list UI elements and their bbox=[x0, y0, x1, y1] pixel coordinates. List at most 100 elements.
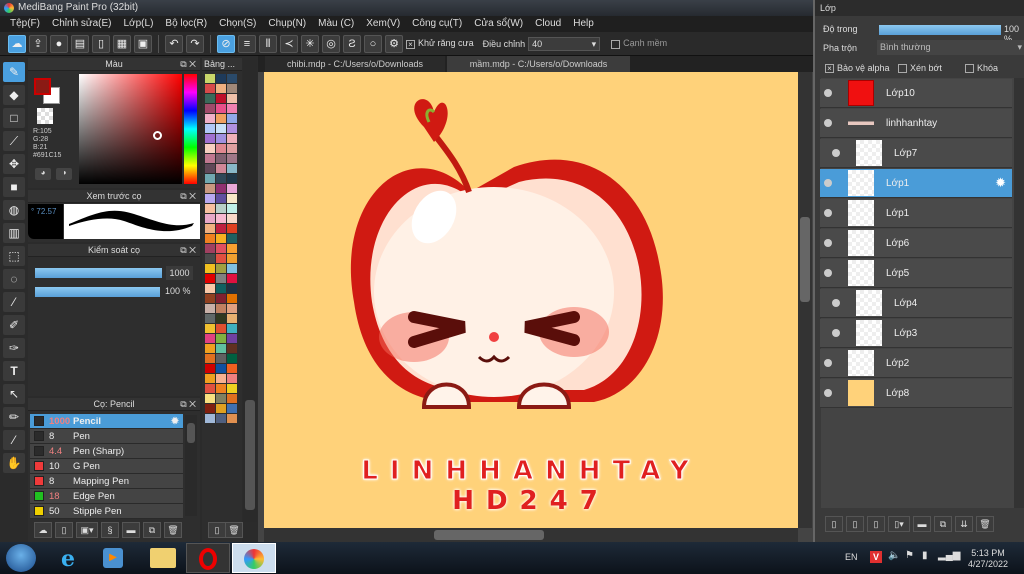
concentric-snap-icon[interactable]: ◎ bbox=[322, 34, 340, 53]
text-tool-icon[interactable]: T bbox=[3, 361, 25, 381]
color-swap-icon[interactable]: ◑ bbox=[56, 168, 72, 180]
brush-item[interactable]: 8 Mapping Pen bbox=[30, 474, 183, 489]
brush-add-dropdown-icon[interactable]: ▣▾ bbox=[76, 522, 98, 538]
duplicate-icon[interactable]: ⧉ bbox=[143, 522, 161, 538]
palette-swatch[interactable] bbox=[216, 204, 226, 213]
perspective-snap-icon[interactable]: ≺ bbox=[280, 34, 298, 53]
select-pen-tool-icon[interactable]: ✐ bbox=[3, 315, 25, 335]
layer-row[interactable]: Lớp5 bbox=[820, 259, 1012, 288]
palette-swatch[interactable] bbox=[227, 264, 237, 273]
palette-swatch[interactable] bbox=[205, 244, 215, 253]
palette-swatch[interactable] bbox=[227, 84, 237, 93]
palette-swatch[interactable] bbox=[227, 294, 237, 303]
saturation-value-picker[interactable] bbox=[79, 74, 182, 184]
palette-swatch[interactable] bbox=[216, 344, 226, 353]
palette-swatch[interactable] bbox=[227, 254, 237, 263]
visibility-eye-icon[interactable] bbox=[824, 119, 832, 127]
hue-slider[interactable] bbox=[184, 74, 197, 184]
menu-item[interactable]: Cloud bbox=[529, 16, 567, 32]
palette-swatch[interactable] bbox=[227, 244, 237, 253]
ie-icon[interactable]: e bbox=[55, 546, 81, 572]
primary-color-swatch[interactable] bbox=[34, 78, 51, 95]
curve-snap-icon[interactable]: Ƨ bbox=[343, 34, 361, 53]
palette-swatch[interactable] bbox=[227, 134, 237, 143]
palette-swatch[interactable] bbox=[216, 274, 226, 283]
dot-tool-icon[interactable]: ⟋ bbox=[3, 131, 25, 151]
layer-row[interactable]: Lớp10 bbox=[820, 79, 1012, 108]
palette-swatch[interactable] bbox=[216, 184, 226, 193]
menu-item[interactable]: Tệp(F) bbox=[4, 16, 46, 32]
panel-icon[interactable]: ▤ bbox=[71, 34, 89, 53]
palette-swatch[interactable] bbox=[216, 264, 226, 273]
palette-swatch[interactable] bbox=[227, 204, 237, 213]
palette-swatch[interactable] bbox=[205, 264, 215, 273]
layer-row[interactable]: Lớp1 bbox=[820, 199, 1012, 228]
grid-icon[interactable]: ▦ bbox=[113, 34, 131, 53]
palette-swatch[interactable] bbox=[205, 274, 215, 283]
palette-swatch[interactable] bbox=[205, 314, 215, 323]
new-palette-icon[interactable]: ▯ bbox=[208, 522, 226, 538]
brush-tool-icon[interactable]: ✎ bbox=[3, 62, 25, 82]
palette-swatch[interactable] bbox=[227, 194, 237, 203]
palette-swatch[interactable] bbox=[227, 384, 237, 393]
brush-item[interactable]: 10 G Pen bbox=[30, 459, 183, 474]
palette-swatch[interactable] bbox=[205, 144, 215, 153]
palette-swatch[interactable] bbox=[227, 224, 237, 233]
file-explorer-icon[interactable] bbox=[150, 548, 176, 568]
eraser-tool-icon[interactable]: ◆ bbox=[3, 85, 25, 105]
layer-list-scrollbar[interactable] bbox=[1014, 78, 1024, 508]
palette-swatch[interactable] bbox=[216, 144, 226, 153]
layer-row[interactable]: Lớp6 bbox=[820, 229, 1012, 258]
gradient-tool-icon[interactable]: ▥ bbox=[3, 223, 25, 243]
palette-swatch[interactable] bbox=[205, 74, 215, 83]
palette-swatch[interactable] bbox=[227, 374, 237, 383]
palette-swatch[interactable] bbox=[216, 74, 226, 83]
brush-size-slider[interactable] bbox=[35, 268, 162, 278]
palette-swatch[interactable] bbox=[216, 124, 226, 133]
visibility-eye-icon[interactable] bbox=[824, 89, 832, 97]
palette-swatch[interactable] bbox=[205, 294, 215, 303]
palette-swatch[interactable] bbox=[216, 314, 226, 323]
palette-swatch[interactable] bbox=[205, 254, 215, 263]
palette-icon[interactable]: ◕ bbox=[35, 168, 51, 180]
delete-palette-icon[interactable]: 🗑 bbox=[225, 522, 243, 538]
clock[interactable]: 5:13 PM 4/27/2022 bbox=[962, 548, 1014, 570]
parallel-snap-icon[interactable]: ≡ bbox=[238, 34, 256, 53]
speech-bubble-icon[interactable]: ● bbox=[50, 34, 68, 53]
palette-swatch[interactable] bbox=[216, 154, 226, 163]
redo-icon[interactable]: ↷ bbox=[186, 34, 204, 53]
layer-row[interactable]: Lớp4 bbox=[820, 289, 1012, 318]
cloud-brush-icon[interactable]: ☁ bbox=[34, 522, 52, 538]
layer-opacity-slider[interactable] bbox=[879, 25, 1001, 35]
volume-icon[interactable]: 🔈 bbox=[888, 550, 900, 561]
merge-layer-icon[interactable]: ⇊ bbox=[955, 516, 973, 532]
fill-rect-tool-icon[interactable]: ■ bbox=[3, 177, 25, 197]
visibility-eye-icon[interactable] bbox=[824, 239, 832, 247]
vertical-snap-icon[interactable]: ⦀ bbox=[259, 34, 277, 53]
brush-item[interactable]: 8 Pen bbox=[30, 429, 183, 444]
move-tool-icon[interactable]: ✥ bbox=[3, 154, 25, 174]
palette-swatch[interactable] bbox=[216, 224, 226, 233]
snap-off-icon[interactable]: ⊘ bbox=[217, 34, 235, 53]
medibang-taskbar-button[interactable] bbox=[232, 543, 276, 573]
palette-swatch[interactable] bbox=[205, 344, 215, 353]
visibility-eye-icon[interactable] bbox=[832, 149, 840, 157]
add-layer-dropdown-icon[interactable]: ▯▾ bbox=[888, 516, 910, 532]
menu-item[interactable]: Màu (C) bbox=[312, 16, 360, 32]
menu-item[interactable]: Chọn(S) bbox=[213, 16, 262, 32]
palette-swatch[interactable] bbox=[227, 344, 237, 353]
menu-item[interactable]: Chỉnh sửa(E) bbox=[46, 16, 118, 32]
media-player-icon[interactable]: ▶ bbox=[103, 548, 123, 568]
layer-row[interactable]: linhhanhtay bbox=[820, 109, 1012, 138]
palette-swatch[interactable] bbox=[205, 204, 215, 213]
palette-swatch[interactable] bbox=[216, 354, 226, 363]
new-1bit-layer-icon[interactable]: ▯ bbox=[867, 516, 885, 532]
language-indicator[interactable]: EN bbox=[845, 552, 858, 562]
opera-taskbar-button[interactable] bbox=[186, 543, 230, 573]
palette-swatch[interactable] bbox=[227, 94, 237, 103]
power-icon[interactable]: ▮ bbox=[922, 550, 928, 561]
panel-float-close-icon[interactable]: ⧉ ✕ bbox=[180, 190, 196, 203]
palette-swatch[interactable] bbox=[227, 174, 237, 183]
select-eraser-tool-icon[interactable]: ✑ bbox=[3, 338, 25, 358]
new-brush-icon[interactable]: ▯ bbox=[55, 522, 73, 538]
